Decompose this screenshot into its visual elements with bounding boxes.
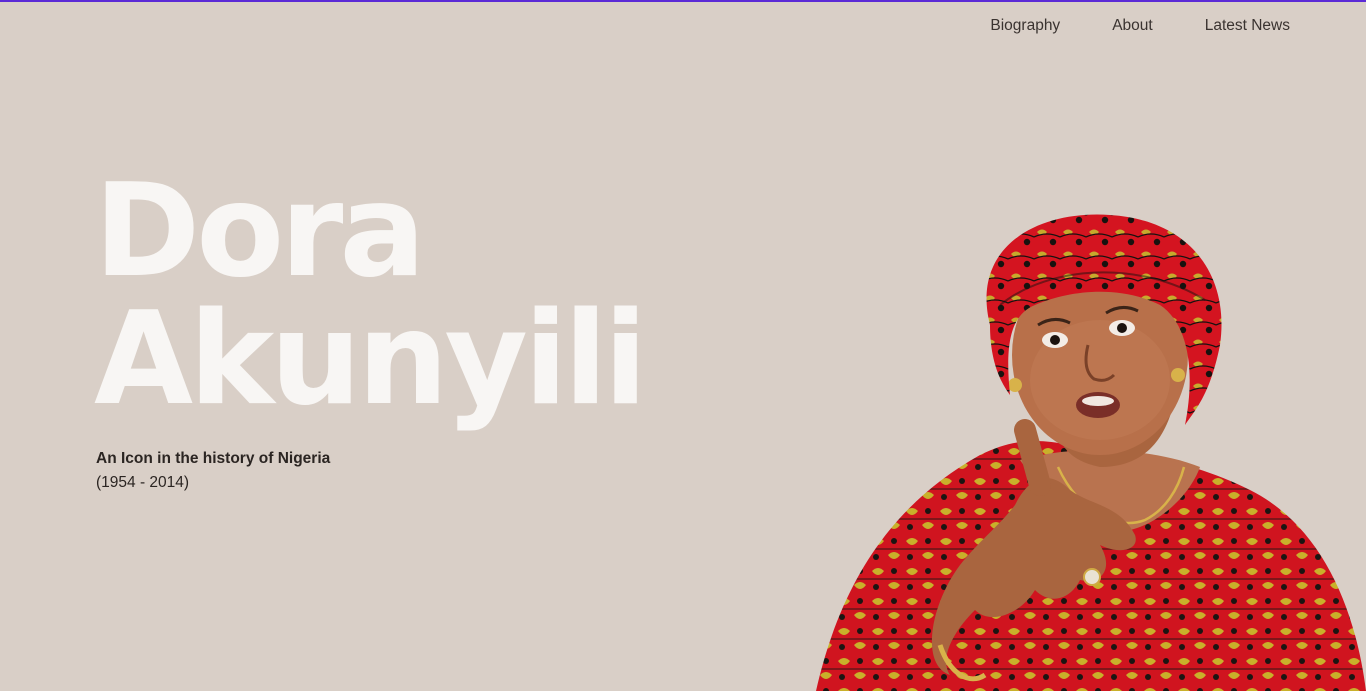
hero-tagline: An Icon in the history of Nigeria	[96, 450, 331, 467]
hero-first-name: Dora	[94, 157, 426, 306]
nav-item-biography[interactable]: Biography	[990, 15, 1060, 37]
nav-item-about[interactable]: About	[1112, 15, 1153, 37]
hero-last-name: Akunyili	[94, 285, 647, 434]
hero-years: (1954 - 2014)	[96, 474, 190, 491]
top-accent-bar	[0, 0, 1366, 2]
top-navigation: Biography About Latest News	[990, 15, 1290, 37]
hero-subtitle: An Icon in the history of Nigeria (1954 …	[96, 447, 330, 495]
portrait-image	[816, 214, 1366, 691]
hero-title: Dora Akunyili	[94, 157, 647, 434]
nav-item-latest-news[interactable]: Latest News	[1205, 15, 1290, 37]
